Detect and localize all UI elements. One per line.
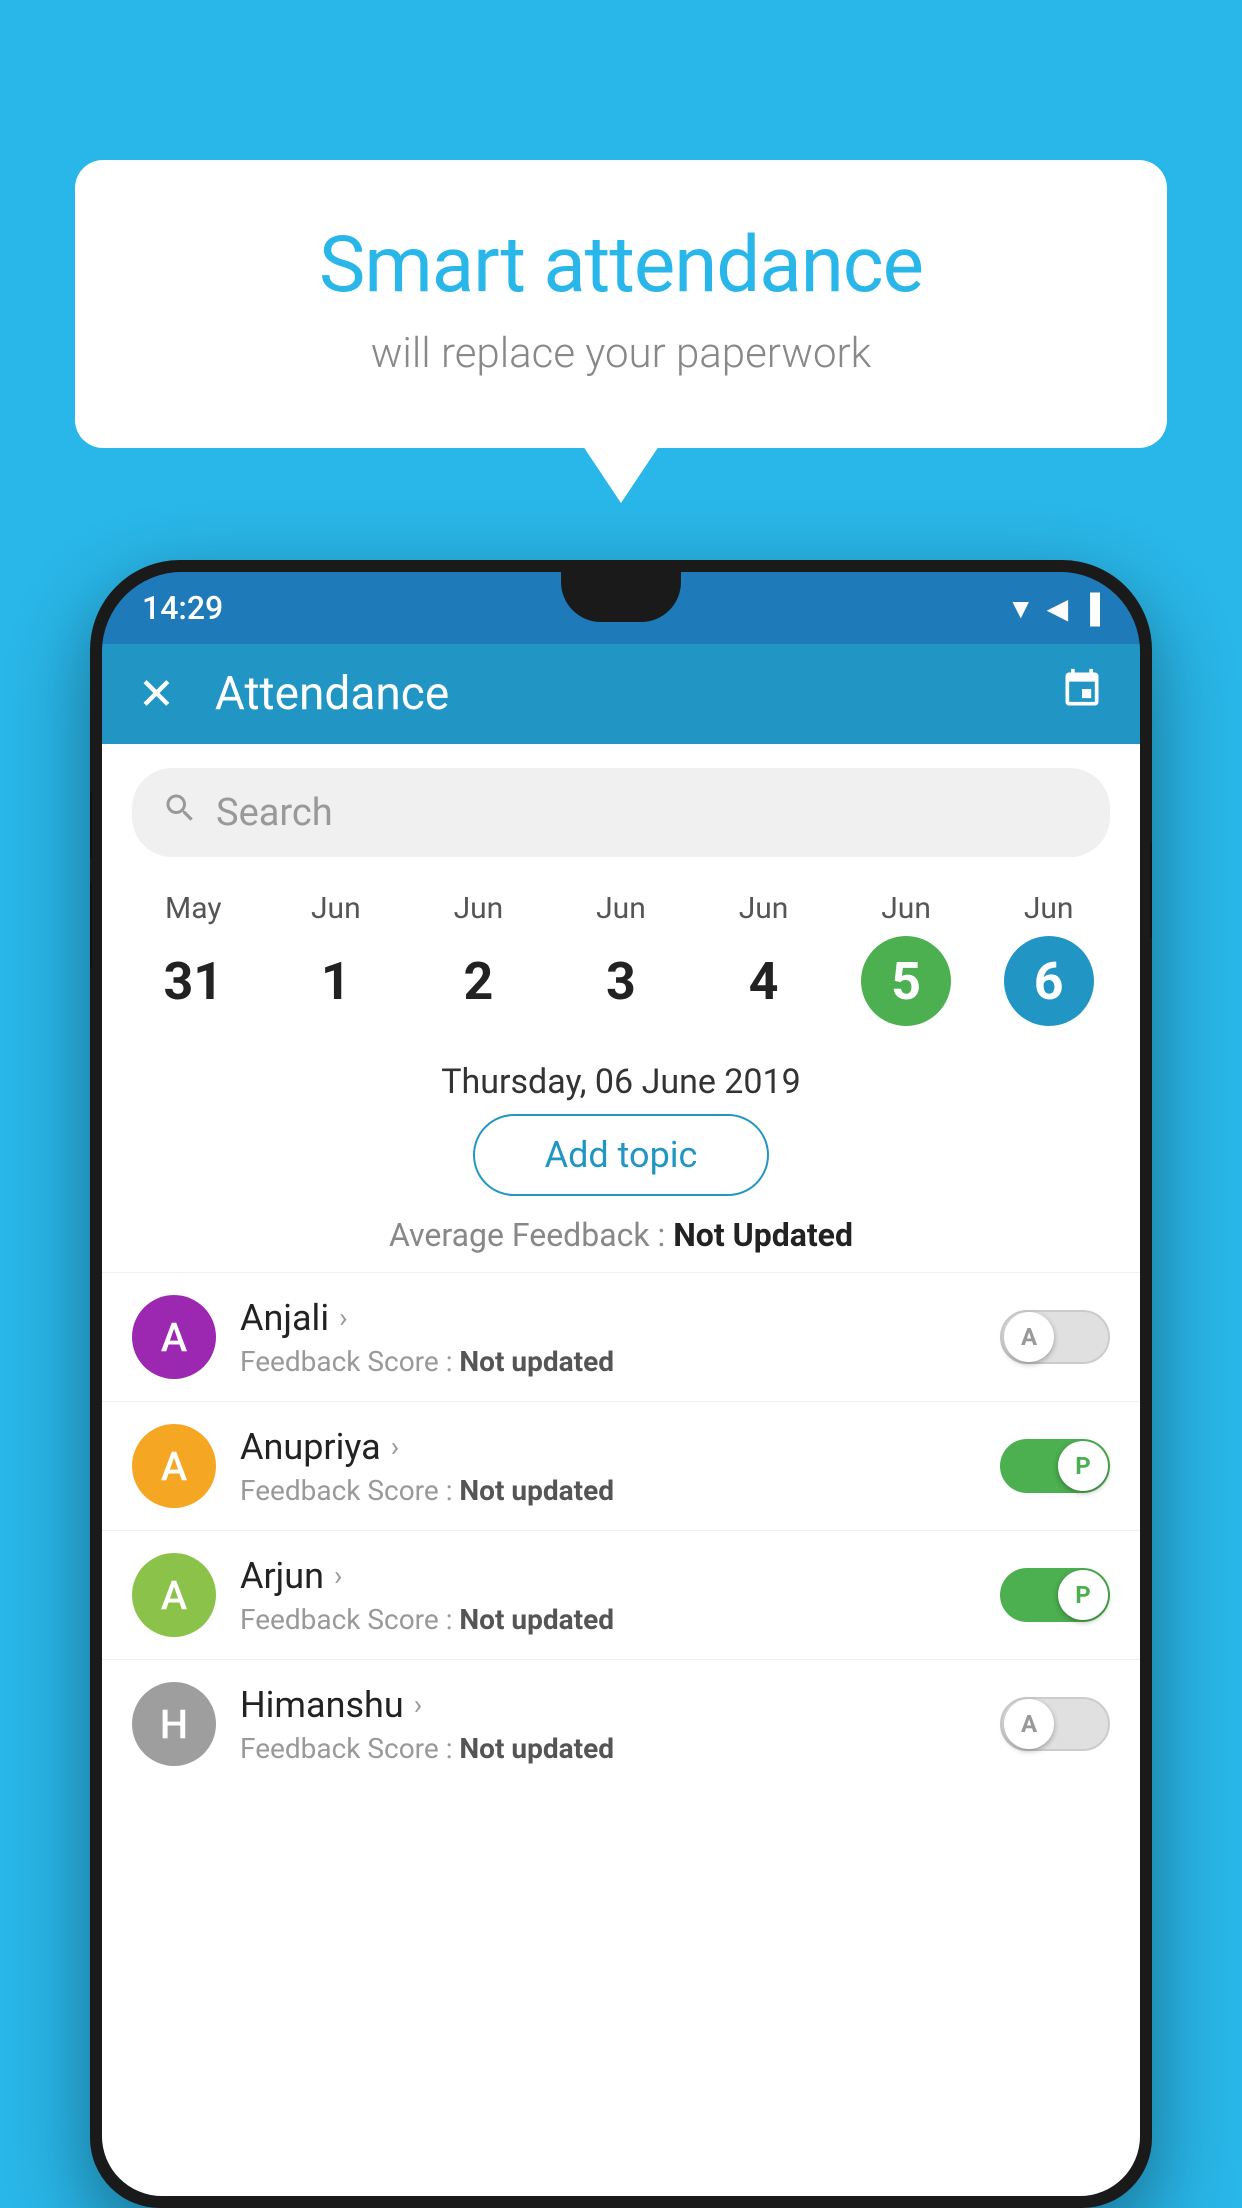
chevron-arjun: › — [334, 1559, 342, 1592]
avg-feedback-value: Not Updated — [673, 1216, 853, 1254]
toggle-anjali[interactable]: A — [1000, 1310, 1110, 1364]
toggle-knob-anjali: A — [1004, 1312, 1054, 1362]
avg-feedback: Average Feedback : Not Updated — [102, 1216, 1140, 1272]
cal-month-0: May — [165, 891, 221, 926]
student-name-anjali: Anjali › — [240, 1297, 976, 1339]
cal-date-3[interactable]: 3 — [576, 936, 666, 1026]
close-button[interactable]: ✕ — [138, 668, 175, 720]
cal-date-4[interactable]: 4 — [719, 936, 809, 1026]
cal-month-1: Jun — [311, 891, 361, 926]
student-item-arjun[interactable]: A Arjun › Feedback Score : Not updated P — [102, 1530, 1140, 1659]
student-info-anjali: Anjali › Feedback Score : Not updated — [240, 1297, 976, 1378]
student-feedback-anjali: Feedback Score : Not updated — [240, 1345, 976, 1378]
app-toolbar: ✕ Attendance — [102, 644, 1140, 744]
student-item-anupriya[interactable]: A Anupriya › Feedback Score : Not update… — [102, 1401, 1140, 1530]
student-avatar-himanshu: H — [132, 1682, 216, 1766]
cal-month-6: Jun — [1024, 891, 1074, 926]
vol-up-button — [90, 790, 92, 860]
cal-day-4[interactable]: Jun 4 — [719, 891, 809, 1026]
cal-date-5[interactable]: 5 — [861, 936, 951, 1026]
toggle-himanshu[interactable]: A — [1000, 1697, 1110, 1751]
cal-month-5: Jun — [881, 891, 931, 926]
cal-day-2[interactable]: Jun 2 — [433, 891, 523, 1026]
selected-date-label: Thursday, 06 June 2019 — [102, 1046, 1140, 1114]
battery-icon: ▐ — [1080, 592, 1100, 625]
student-info-anupriya: Anupriya › Feedback Score : Not updated — [240, 1426, 976, 1507]
screen-content: Search May 31 Jun 1 Jun 2 Jun — [102, 744, 1140, 2196]
status-icons: ▼ ◀ ▐ — [1007, 592, 1100, 625]
avg-feedback-prefix: Average Feedback : — [389, 1216, 673, 1254]
toggle-knob-arjun: P — [1058, 1570, 1108, 1620]
student-feedback-himanshu: Feedback Score : Not updated — [240, 1732, 976, 1765]
bubble-title: Smart attendance — [145, 220, 1097, 311]
chevron-anjali: › — [339, 1301, 347, 1334]
cal-month-4: Jun — [739, 891, 789, 926]
add-topic-button[interactable]: Add topic — [473, 1114, 770, 1196]
search-bar-container: Search — [102, 744, 1140, 881]
cal-date-2[interactable]: 2 — [433, 936, 523, 1026]
phone-screen: 14:29 ▼ ◀ ▐ ✕ Attendance — [102, 572, 1140, 2196]
toggle-anupriya[interactable]: P — [1000, 1439, 1110, 1493]
student-feedback-anupriya: Feedback Score : Not updated — [240, 1474, 976, 1507]
cal-day-6[interactable]: Jun 6 — [1004, 891, 1094, 1026]
student-feedback-arjun: Feedback Score : Not updated — [240, 1603, 976, 1636]
status-time: 14:29 — [142, 589, 223, 627]
chevron-anupriya: › — [391, 1430, 399, 1463]
notch — [561, 572, 681, 622]
toolbar-title: Attendance — [215, 667, 1060, 721]
cal-date-0[interactable]: 31 — [148, 936, 238, 1026]
cal-day-0[interactable]: May 31 — [148, 891, 238, 1026]
chevron-himanshu: › — [414, 1688, 422, 1721]
student-list: A Anjali › Feedback Score : Not updated … — [102, 1272, 1140, 1788]
student-item-anjali[interactable]: A Anjali › Feedback Score : Not updated … — [102, 1272, 1140, 1401]
toggle-arjun[interactable]: P — [1000, 1568, 1110, 1622]
speech-bubble: Smart attendance will replace your paper… — [75, 160, 1167, 448]
student-item-himanshu[interactable]: H Himanshu › Feedback Score : Not update… — [102, 1659, 1140, 1788]
student-avatar-arjun: A — [132, 1553, 216, 1637]
cal-date-1[interactable]: 1 — [291, 936, 381, 1026]
cal-month-2: Jun — [454, 891, 504, 926]
toggle-knob-anupriya: P — [1058, 1441, 1108, 1491]
student-info-arjun: Arjun › Feedback Score : Not updated — [240, 1555, 976, 1636]
vol-down-button — [90, 880, 92, 970]
power-button — [1150, 840, 1152, 940]
cal-day-5[interactable]: Jun 5 — [861, 891, 951, 1026]
search-placeholder: Search — [216, 791, 333, 835]
phone-frame: 14:29 ▼ ◀ ▐ ✕ Attendance — [90, 560, 1152, 2208]
bubble-subtitle: will replace your paperwork — [145, 329, 1097, 378]
student-name-himanshu: Himanshu › — [240, 1684, 976, 1726]
calendar-strip: May 31 Jun 1 Jun 2 Jun 3 Jun 4 — [102, 881, 1140, 1046]
search-input[interactable]: Search — [132, 768, 1110, 857]
student-name-anupriya: Anupriya › — [240, 1426, 976, 1468]
student-info-himanshu: Himanshu › Feedback Score : Not updated — [240, 1684, 976, 1765]
wifi-icon: ▼ — [1007, 592, 1035, 625]
cal-day-1[interactable]: Jun 1 — [291, 891, 381, 1026]
search-icon — [162, 790, 198, 835]
student-avatar-anjali: A — [132, 1295, 216, 1379]
cal-day-3[interactable]: Jun 3 — [576, 891, 666, 1026]
cal-date-6[interactable]: 6 — [1004, 936, 1094, 1026]
student-avatar-anupriya: A — [132, 1424, 216, 1508]
signal-icon: ◀ — [1047, 592, 1069, 625]
toggle-knob-himanshu: A — [1004, 1699, 1054, 1749]
student-name-arjun: Arjun › — [240, 1555, 976, 1597]
cal-month-3: Jun — [596, 891, 646, 926]
calendar-icon[interactable] — [1060, 667, 1104, 721]
